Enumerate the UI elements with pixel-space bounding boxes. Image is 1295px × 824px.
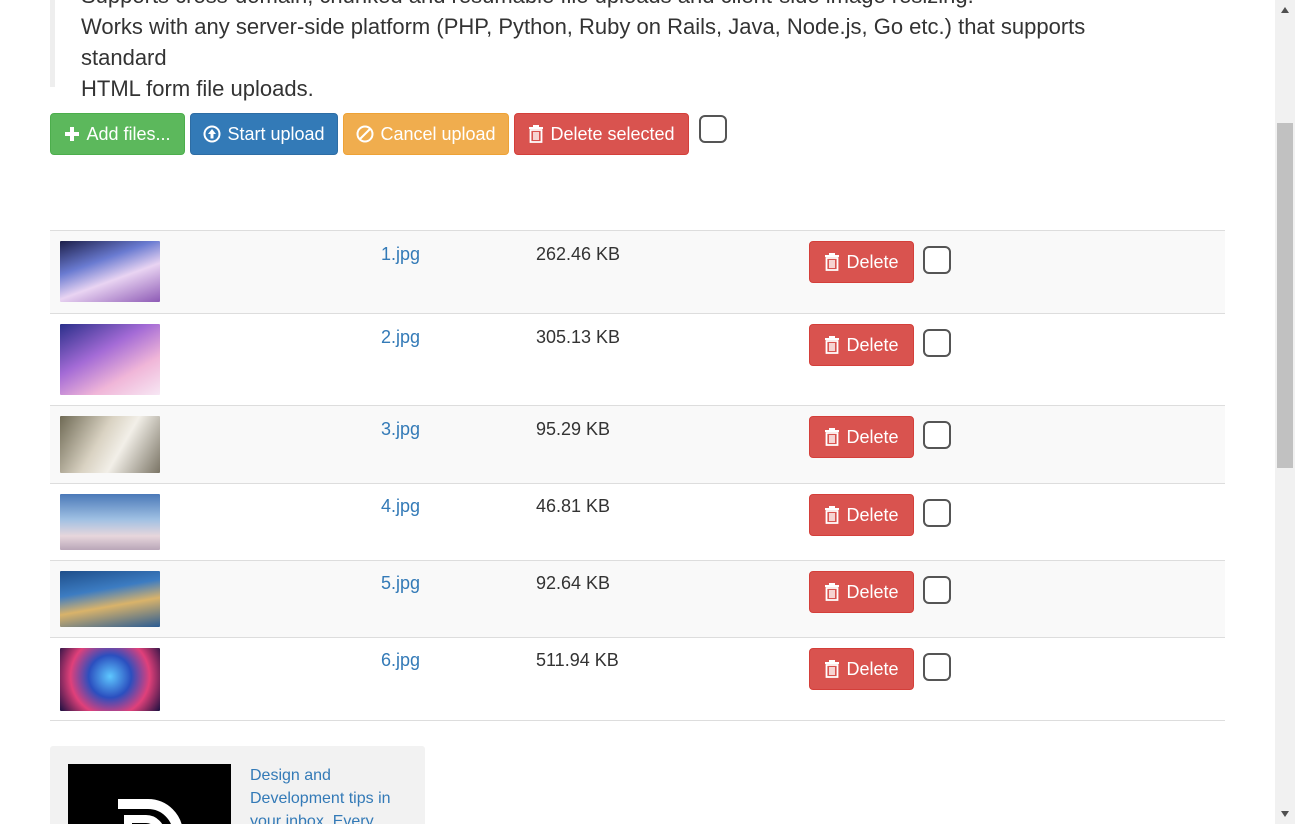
delete-label: Delete <box>846 581 899 602</box>
delete-label: Delete <box>846 426 899 447</box>
scrollbar-thumb[interactable] <box>1277 123 1293 468</box>
file-select-checkbox[interactable] <box>923 246 951 274</box>
file-name-link[interactable]: 1.jpg <box>381 244 420 265</box>
table-row: 3.jpg 95.29 KB Delete <box>50 405 1225 483</box>
scroll-up-arrow-icon[interactable] <box>1275 0 1295 20</box>
delete-file-button[interactable]: Delete <box>809 571 914 613</box>
file-thumbnail <box>60 324 160 395</box>
select-all-checkbox[interactable] <box>699 115 727 143</box>
file-select-checkbox[interactable] <box>923 421 951 449</box>
delete-label: Delete <box>846 251 899 272</box>
delete-file-button[interactable]: Delete <box>809 416 914 458</box>
file-size: 95.29 KB <box>536 419 611 439</box>
delete-label: Delete <box>846 334 899 355</box>
add-files-button[interactable]: Add files... <box>50 113 185 155</box>
description-line-1: Supports cross-domain, chunked and resum… <box>81 0 1175 11</box>
file-name-link[interactable]: 6.jpg <box>381 650 420 671</box>
file-name-link[interactable]: 2.jpg <box>381 327 420 348</box>
file-size: 46.81 KB <box>536 496 611 516</box>
file-size: 92.64 KB <box>536 573 611 593</box>
trash-icon <box>824 428 840 446</box>
trash-icon <box>824 506 840 524</box>
file-size: 262.46 KB <box>536 244 621 264</box>
file-thumbnail <box>60 416 160 473</box>
file-name-link[interactable]: 5.jpg <box>381 573 420 594</box>
cancel-upload-label: Cancel upload <box>380 123 496 144</box>
delete-selected-label: Delete selected <box>550 123 675 144</box>
file-select-checkbox[interactable] <box>923 653 951 681</box>
table-row: 2.jpg 305.13 KB Delete <box>50 313 1225 405</box>
ban-icon <box>356 125 374 143</box>
sponsor-logo[interactable] <box>68 764 231 824</box>
delete-file-button[interactable]: Delete <box>809 648 914 690</box>
cancel-upload-button[interactable]: Cancel upload <box>343 113 509 155</box>
delete-label: Delete <box>846 504 899 525</box>
trash-icon <box>824 253 840 271</box>
delete-file-button[interactable]: Delete <box>809 494 914 536</box>
start-upload-button[interactable]: Start upload <box>190 113 338 155</box>
trash-icon <box>824 583 840 601</box>
delete-file-button[interactable]: Delete <box>809 324 914 366</box>
delete-selected-button[interactable]: Delete selected <box>514 113 689 155</box>
description-line-3: HTML form file uploads. <box>81 76 314 101</box>
file-thumbnail <box>60 648 160 711</box>
file-thumbnail <box>60 241 160 302</box>
file-name-link[interactable]: 4.jpg <box>381 496 420 517</box>
file-size: 305.13 KB <box>536 327 621 347</box>
description-blockquote: Supports cross-domain, chunked and resum… <box>50 0 1175 101</box>
delete-file-button[interactable]: Delete <box>809 241 914 283</box>
upload-circle-icon <box>203 125 221 143</box>
table-row: 5.jpg 92.64 KB Delete <box>50 560 1225 637</box>
file-select-checkbox[interactable] <box>923 329 951 357</box>
file-name-link[interactable]: 3.jpg <box>381 419 420 440</box>
trash-icon <box>824 336 840 354</box>
sponsor-ad[interactable]: Design and Development tips in your inbo… <box>50 746 425 824</box>
plus-icon <box>64 126 80 142</box>
description-line-2: Works with any server-side platform (PHP… <box>81 14 1086 70</box>
trash-icon <box>528 125 544 143</box>
file-select-checkbox[interactable] <box>923 499 951 527</box>
file-select-checkbox[interactable] <box>923 576 951 604</box>
vertical-scrollbar[interactable] <box>1275 0 1295 824</box>
file-thumbnail <box>60 571 160 627</box>
file-thumbnail <box>60 494 160 550</box>
start-upload-label: Start upload <box>227 123 325 144</box>
scroll-down-arrow-icon[interactable] <box>1275 804 1295 824</box>
table-row: 6.jpg 511.94 KB Delete <box>50 637 1225 721</box>
page-content: Supports cross-domain, chunked and resum… <box>0 0 1275 824</box>
add-files-label: Add files... <box>86 123 171 144</box>
table-row: 1.jpg 262.46 KB Delete <box>50 230 1225 313</box>
trash-icon <box>824 660 840 678</box>
file-table: 1.jpg 262.46 KB Delete 2.jpg 305.13 KB D… <box>50 230 1225 721</box>
table-row: 4.jpg 46.81 KB Delete <box>50 483 1225 560</box>
delete-label: Delete <box>846 658 899 679</box>
file-size: 511.94 KB <box>536 650 619 670</box>
sponsor-text[interactable]: Design and Development tips in your inbo… <box>250 764 410 824</box>
